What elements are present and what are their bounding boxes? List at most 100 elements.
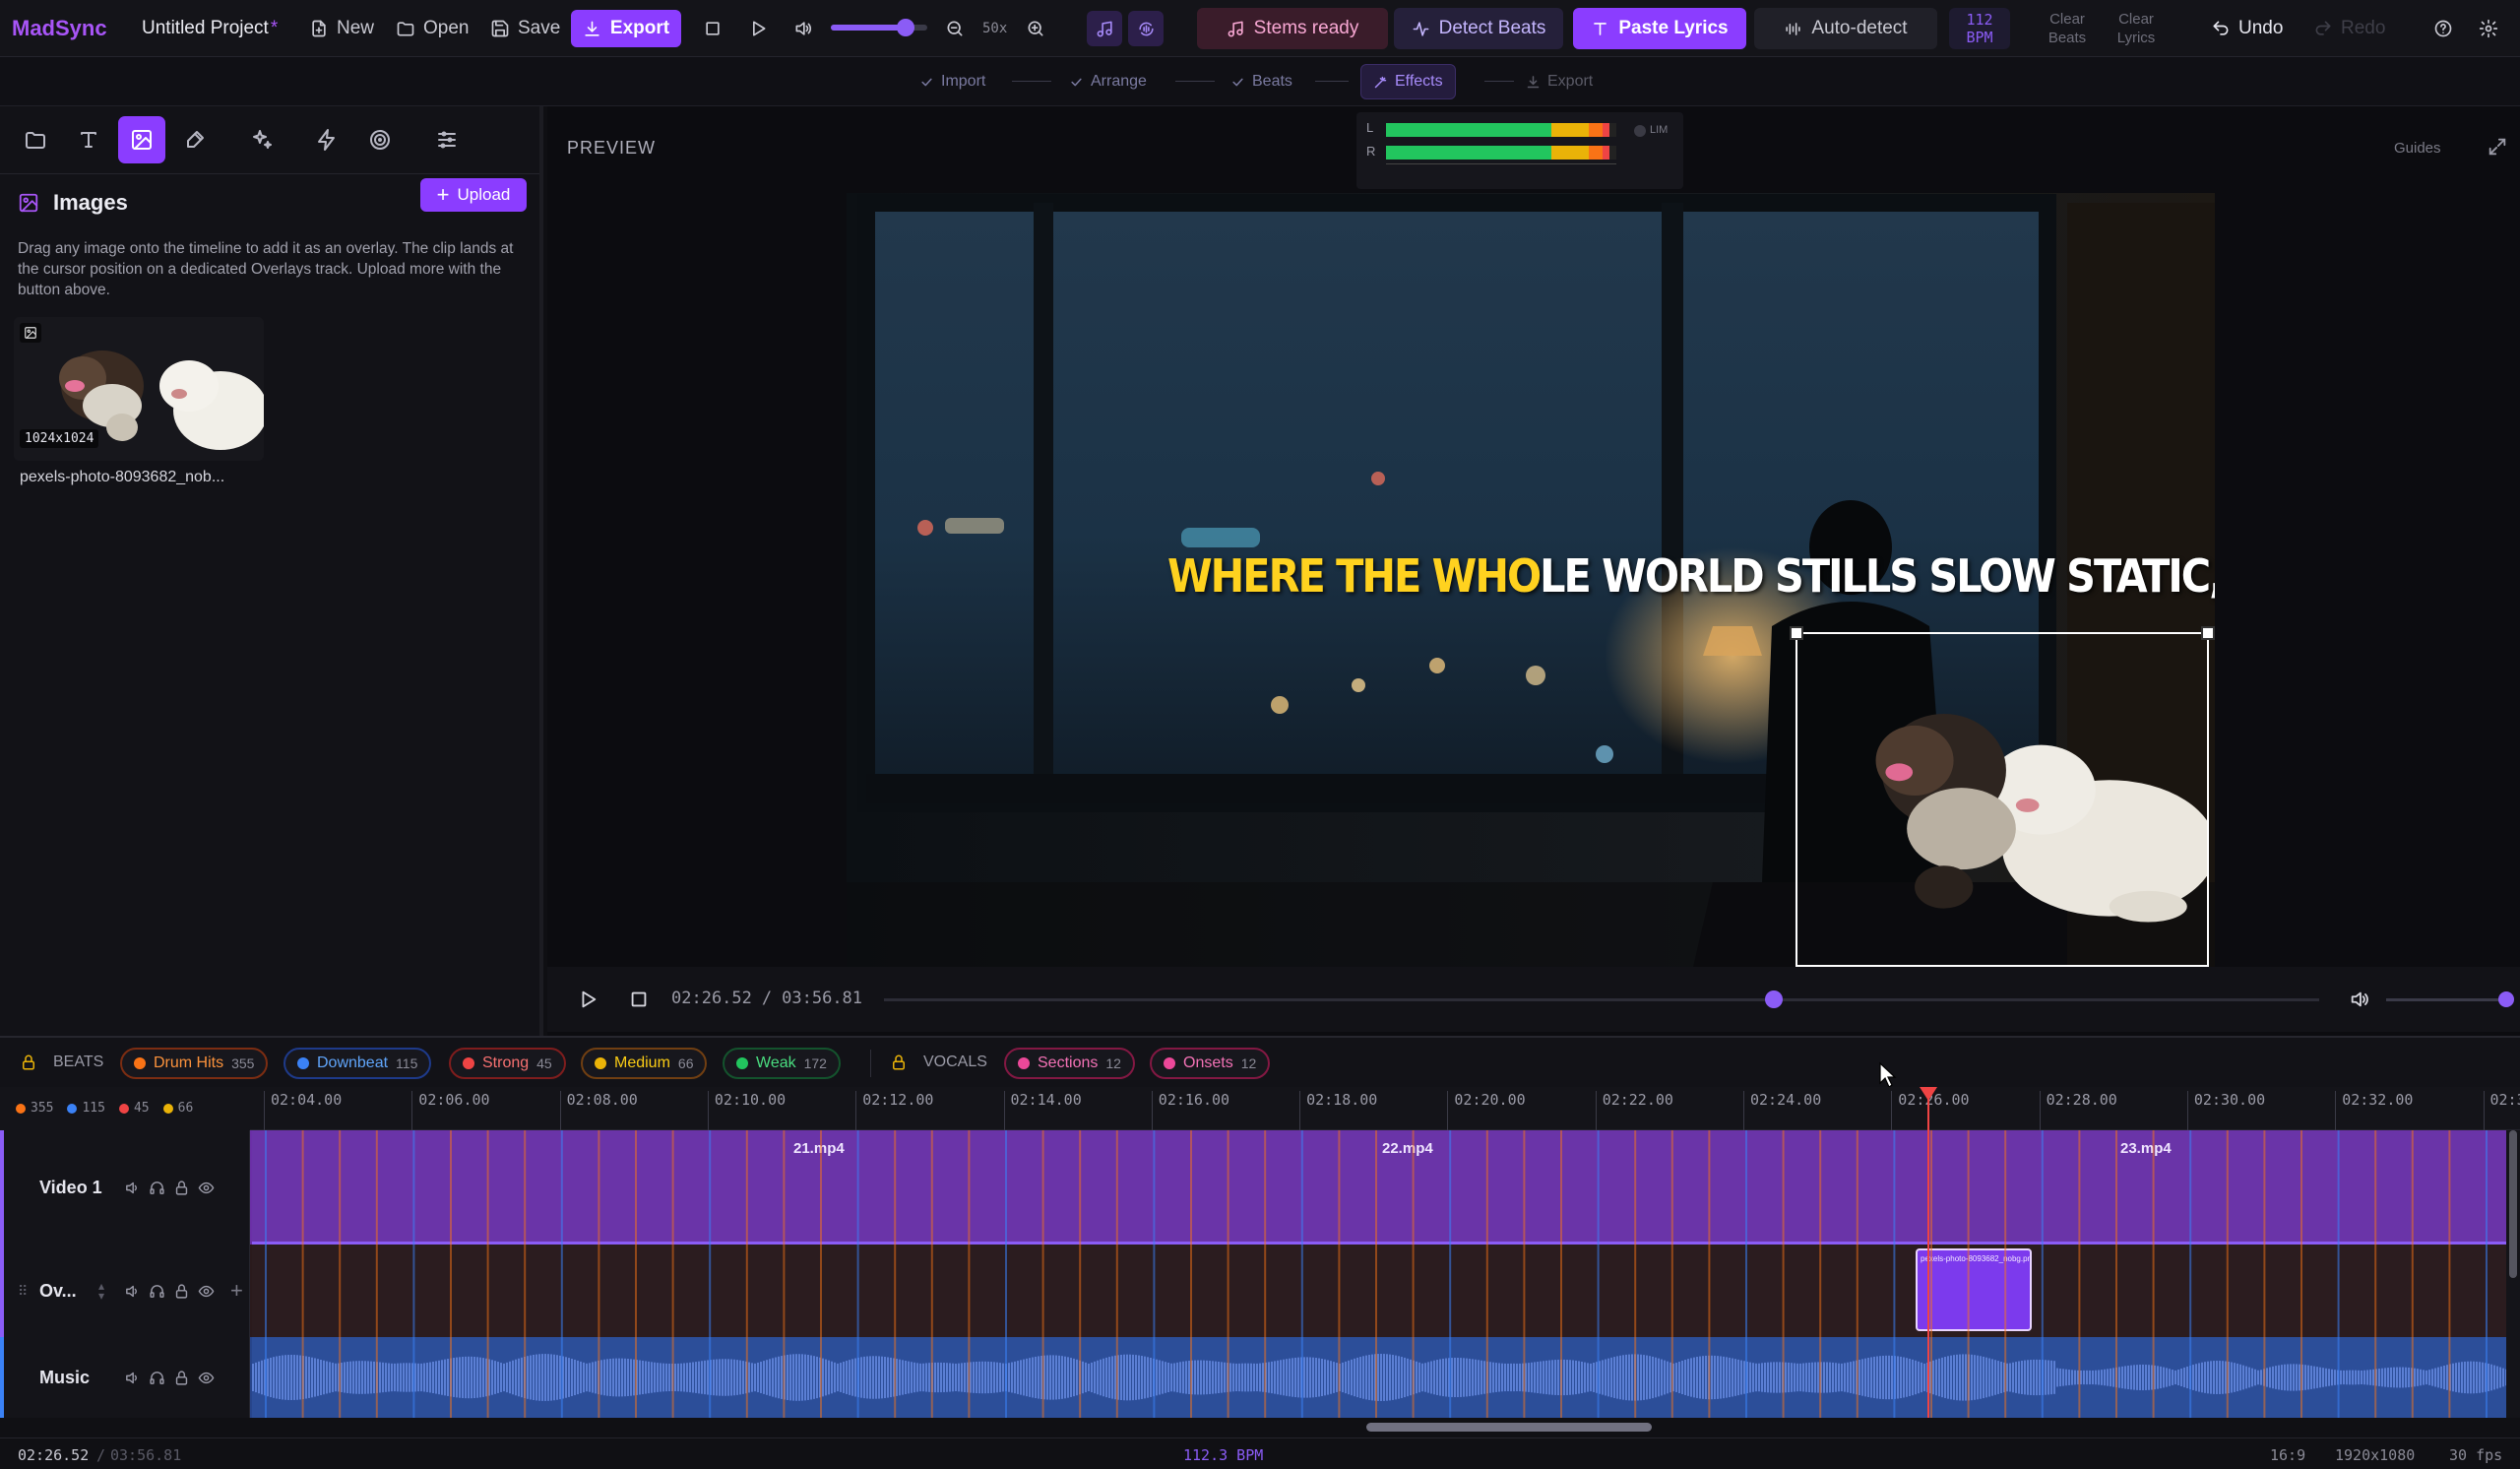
chip-sections[interactable]: Sections 12 [1004, 1048, 1135, 1079]
chip-weak[interactable]: Weak 172 [723, 1048, 841, 1079]
bpm-display[interactable]: 112 BPM [1949, 8, 2010, 49]
zoom-out-button[interactable] [945, 0, 965, 57]
headphones-icon[interactable] [149, 1180, 165, 1196]
chip-strong[interactable]: Strong 45 [449, 1048, 566, 1079]
volume-slider[interactable] [831, 19, 927, 36]
clear-beats-button[interactable]: Clear Beats [2032, 8, 2103, 49]
playhead-handle[interactable] [1920, 1087, 1937, 1101]
headphones-icon[interactable] [149, 1370, 165, 1386]
music-mode-button[interactable] [1087, 11, 1122, 46]
add-track-button[interactable]: + [230, 1278, 243, 1304]
upload-button[interactable]: + Upload [420, 178, 527, 212]
image-card[interactable]: 1024x1024 pexels-photo-8093682_nob... [14, 317, 264, 563]
new-button[interactable]: New [309, 0, 374, 57]
tool-focus[interactable] [356, 116, 404, 163]
tool-media[interactable] [12, 116, 59, 163]
transport-volume-slider[interactable] [2386, 991, 2514, 1007]
lyric-caption[interactable]: WHERE THE WHOLE WORLD STILLS SLOW STATIC… [1167, 549, 2215, 603]
fullscreen-button[interactable] [2487, 136, 2508, 158]
headphones-icon[interactable] [149, 1283, 165, 1300]
export-label: Export [609, 18, 670, 38]
step-export[interactable]: Export [1526, 68, 1593, 96]
meter-segment [1551, 146, 1589, 160]
vertical-scrollbar-thumb[interactable] [2509, 1130, 2517, 1278]
undo-button[interactable]: Undo [2211, 0, 2283, 57]
step-effects[interactable]: Effects [1360, 64, 1456, 99]
folder-icon [26, 132, 45, 149]
guides-toggle[interactable]: Guides [2394, 140, 2441, 157]
resize-handle-top-left[interactable] [1790, 626, 1803, 640]
redo-icon [2315, 21, 2331, 35]
transport-stop-button[interactable] [628, 989, 650, 1010]
scrub-bar[interactable] [884, 990, 2319, 1008]
detect-beats-button[interactable]: Detect Beats [1394, 8, 1563, 49]
step-import[interactable]: Import [919, 68, 985, 96]
sync-mode-button[interactable] [1128, 11, 1164, 46]
eye-icon[interactable] [198, 1370, 215, 1386]
undo-label: Undo [2238, 18, 2284, 38]
volume-knob[interactable] [897, 19, 915, 36]
chip-medium[interactable]: Medium 66 [581, 1048, 708, 1079]
timeline-ruler[interactable]: 355 115 45 66 02:04.00 02:06.00 02:08.00 02… [0, 1087, 2520, 1130]
eye-icon[interactable] [198, 1180, 215, 1196]
chip-label: Medium [614, 1054, 670, 1071]
overlay-selection-box[interactable] [1790, 626, 2215, 967]
lock-icon[interactable] [173, 1370, 190, 1386]
playhead[interactable] [1920, 1087, 1937, 1418]
tool-effects[interactable] [238, 116, 285, 163]
scrub-knob[interactable] [1764, 990, 1783, 1008]
chip-onsets[interactable]: Onsets 12 [1150, 1048, 1271, 1079]
settings-button[interactable] [2479, 0, 2498, 57]
stop-button[interactable] [703, 0, 723, 57]
meter-segment [1588, 146, 1603, 160]
mute-icon[interactable] [124, 1283, 141, 1300]
transport-play-button[interactable] [577, 989, 598, 1010]
track-controls [124, 1283, 215, 1300]
lock-icon[interactable] [173, 1180, 190, 1196]
image-dimensions: 1024x1024 [20, 429, 99, 448]
mute-icon[interactable] [124, 1180, 141, 1196]
chip-drum-hits[interactable]: Drum Hits 355 [120, 1048, 269, 1079]
image-thumbnail[interactable]: 1024x1024 [14, 317, 264, 461]
reorder-arrows-icon[interactable]: ▴ ▾ [98, 1280, 104, 1302]
volume-button[interactable] [793, 0, 813, 57]
zoom-in-button[interactable] [1026, 0, 1045, 57]
stems-ready-button[interactable]: Stems ready [1197, 8, 1388, 49]
tool-images[interactable] [118, 116, 165, 163]
play-button[interactable] [748, 0, 768, 57]
auto-detect-button[interactable]: Auto-detect [1754, 8, 1937, 49]
project-title[interactable]: Untitled Project * [142, 0, 278, 57]
clear-lyrics-button[interactable]: Clear Lyrics [2101, 8, 2172, 49]
help-button[interactable] [2433, 0, 2453, 57]
tool-text[interactable] [65, 116, 112, 163]
paste-lyrics-button[interactable]: Paste Lyrics [1573, 8, 1746, 49]
mute-icon[interactable] [124, 1370, 141, 1386]
step-beats[interactable]: Beats [1230, 68, 1292, 96]
check-icon [921, 78, 932, 86]
chip-label: Sections [1038, 1054, 1099, 1071]
meter-scale [1386, 163, 1616, 171]
lock-icon[interactable] [173, 1283, 190, 1300]
tool-draw[interactable] [171, 116, 219, 163]
export-button[interactable]: Export [571, 10, 681, 47]
chip-downbeat[interactable]: Downbeat 115 [284, 1048, 432, 1079]
drag-handle-icon[interactable]: ⠿ [18, 1283, 28, 1300]
transport-volume-knob[interactable] [2498, 991, 2514, 1007]
step-arrange[interactable]: Arrange [1069, 68, 1147, 96]
save-button[interactable]: Save [490, 0, 560, 57]
meter-segment [1386, 123, 1552, 137]
horizontal-scrollbar-thumb[interactable] [1366, 1423, 1652, 1432]
eye-icon[interactable] [198, 1283, 215, 1300]
tool-transitions[interactable] [303, 116, 350, 163]
video-stage[interactable]: WHERE THE WHOLE WORLD STILLS SLOW STATIC… [847, 193, 2215, 967]
redo-button[interactable]: Redo [2313, 0, 2385, 57]
transport-volume-button[interactable] [2349, 989, 2370, 1010]
legend-dot [67, 1103, 78, 1114]
track-header: Video 1 [0, 1130, 250, 1245]
step-connector [1012, 81, 1051, 82]
resize-handle-top-right[interactable] [2201, 626, 2215, 640]
divider [870, 1050, 871, 1077]
tool-adjust[interactable] [423, 116, 471, 163]
open-button[interactable]: Open [396, 0, 469, 57]
chip-dot [1164, 1057, 1175, 1069]
